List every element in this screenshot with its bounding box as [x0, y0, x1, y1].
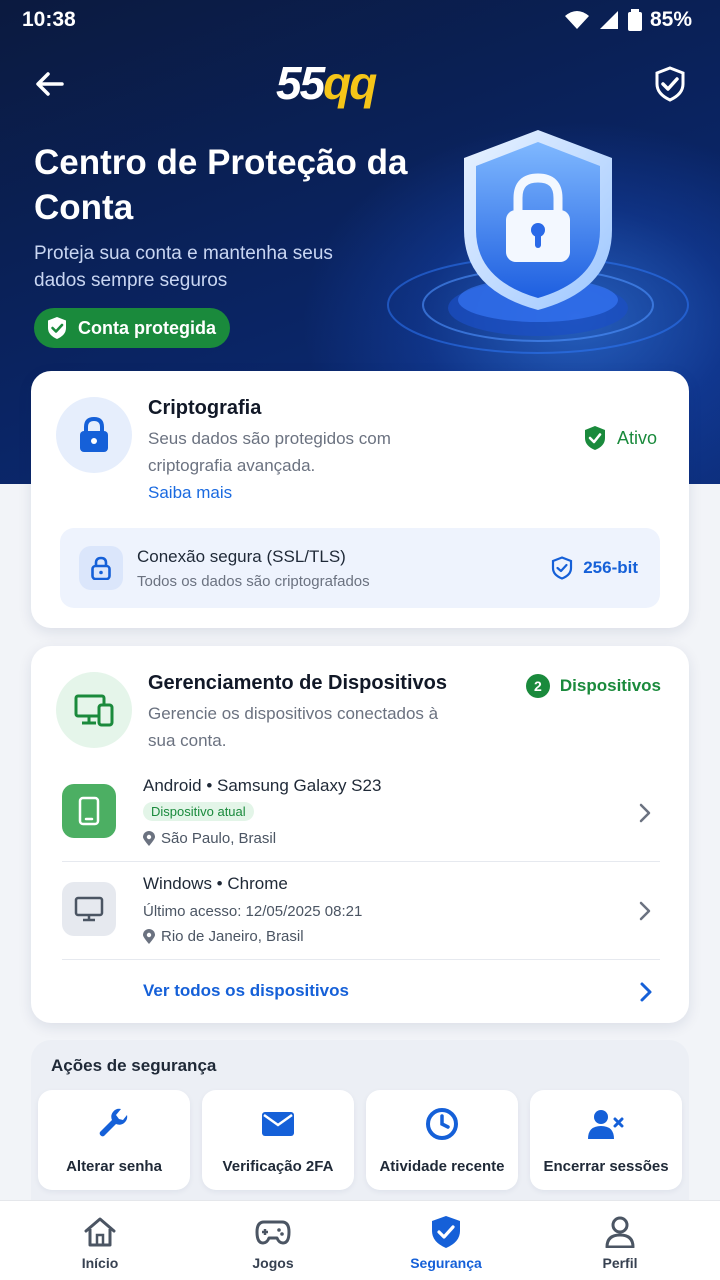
bottom-navigation: Início Jogos Segurança Perfil — [0, 1200, 720, 1280]
monitor-icon — [74, 896, 104, 922]
map-pin-icon — [143, 830, 155, 846]
devices-card: Gerenciamento de Dispositivos Gerencie o… — [31, 646, 689, 1023]
devices-count: 2 Dispositivos — [525, 674, 661, 698]
chevron-right-icon — [639, 803, 651, 823]
home-icon — [80, 1215, 120, 1249]
ssl-subtitle: Todos os dados são criptografados — [137, 573, 370, 590]
shield-lock-illustration — [387, 130, 689, 354]
device-thumb — [62, 882, 116, 936]
devices-icon-badge — [56, 672, 132, 748]
protected-badge: Conta protegida — [34, 308, 230, 348]
learn-more-link[interactable]: Saiba mais — [148, 483, 232, 503]
back-button[interactable] — [30, 64, 70, 104]
crypto-description: Seus dados são protegidos com criptograf… — [148, 429, 391, 475]
nav-label: Início — [81, 1255, 119, 1271]
protected-badge-label: Conta protegida — [78, 317, 216, 338]
shield-check-icon — [426, 1215, 466, 1249]
brand-logo: 55qq — [276, 56, 377, 110]
change-password-button[interactable]: Alterar senha — [38, 1090, 190, 1190]
nav-item-jogos[interactable]: Jogos — [213, 1201, 333, 1280]
device-thumb — [62, 784, 116, 838]
nav-item-perfil[interactable]: Perfil — [560, 1201, 680, 1280]
shield-check-outline-icon — [552, 556, 573, 580]
action-label: Encerrar sessões — [543, 1158, 669, 1175]
signal-icon — [599, 11, 618, 29]
crypto-status-label: Ativo — [616, 427, 657, 448]
devices-description: Gerencie os dispositivos conectados à su… — [148, 704, 439, 750]
device-location-label: Rio de Janeiro, Brasil — [161, 928, 304, 945]
current-device-tag: Dispositivo atual — [143, 802, 254, 821]
page-title: Centro de Proteção da Conta — [34, 143, 408, 227]
status-bar: 10:38 85% — [0, 0, 720, 40]
shield-check-icon — [48, 317, 66, 339]
nav-label: Perfil — [602, 1255, 638, 1271]
status-indicators: 85% — [564, 8, 692, 32]
page-subtitle: Proteja sua conta e mantenha seus dados … — [34, 243, 333, 291]
devices-icon — [74, 694, 114, 727]
nav-item-seguranca[interactable]: Segurança — [386, 1201, 506, 1280]
arrow-left-icon — [36, 72, 64, 96]
device-row[interactable]: Android • Samsung Galaxy S23 Dispositivo… — [62, 764, 660, 862]
envelope-icon — [258, 1106, 298, 1142]
encryption-strength-label: 256-bit — [583, 558, 638, 577]
recent-activity-button[interactable]: Atividade recente — [366, 1090, 518, 1190]
devices-count-number: 2 — [525, 674, 550, 698]
device-location: São Paulo, Brasil — [143, 830, 276, 847]
shield-check-icon — [584, 426, 605, 450]
security-actions-panel: Ações de segurança Alterar senha Verific… — [31, 1040, 689, 1210]
gamepad-icon — [253, 1215, 293, 1249]
cryptography-card: Criptografia Seus dados são protegidos c… — [31, 371, 689, 628]
battery-icon — [627, 9, 642, 31]
device-location-label: São Paulo, Brasil — [161, 830, 277, 847]
map-pin-icon — [143, 928, 155, 944]
ssl-connection-info: Conexão segura (SSL/TLS) Todos os dados … — [60, 528, 660, 608]
smartphone-icon — [78, 796, 100, 826]
chevron-right-icon — [639, 901, 651, 921]
wifi-icon — [564, 11, 589, 29]
action-label: Verificação 2FA — [222, 1158, 334, 1175]
status-time: 10:38 — [22, 8, 76, 31]
nav-item-inicio[interactable]: Início — [40, 1201, 160, 1280]
device-row[interactable]: Windows • Chrome Último acesso: 12/05/20… — [62, 862, 660, 960]
ssl-icon-badge — [79, 546, 123, 590]
crypto-title: Criptografia — [148, 397, 262, 419]
two-factor-button[interactable]: Verificação 2FA — [202, 1090, 354, 1190]
user-icon — [600, 1215, 640, 1249]
devices-count-label: Dispositivos — [559, 676, 661, 695]
logo-part-1: 55 — [276, 57, 325, 109]
encryption-strength: 256-bit — [551, 556, 638, 580]
logo-part-2: qq — [323, 57, 377, 109]
devices-title: Gerenciamento de Dispositivos — [148, 672, 447, 694]
user-remove-icon — [586, 1106, 626, 1142]
shield-check-icon — [655, 66, 685, 102]
ssl-title: Conexão segura (SSL/TLS) — [137, 547, 346, 566]
security-actions-title: Ações de segurança — [51, 1056, 217, 1075]
lock-icon — [80, 417, 108, 452]
wrench-icon — [94, 1106, 134, 1142]
clock-icon — [422, 1106, 462, 1142]
lock-icon — [91, 556, 111, 580]
security-shortcut-button[interactable] — [650, 64, 690, 104]
chevron-right-icon[interactable] — [639, 981, 653, 1003]
action-label: Atividade recente — [379, 1158, 505, 1175]
battery-level: 85% — [649, 8, 692, 31]
end-sessions-button[interactable]: Encerrar sessões — [530, 1090, 682, 1190]
top-app-bar: 55qq — [0, 52, 720, 116]
device-last-access: Último acesso: 12/05/2025 08:21 — [143, 903, 363, 920]
see-all-devices-link[interactable]: Ver todos os dispositivos — [143, 981, 349, 1001]
crypto-status: Ativo — [583, 425, 657, 451]
nav-label: Segurança — [410, 1255, 482, 1271]
crypto-icon-badge — [56, 397, 132, 473]
device-name: Android • Samsung Galaxy S23 — [143, 776, 382, 795]
action-label: Alterar senha — [66, 1158, 162, 1175]
device-name: Windows • Chrome — [143, 874, 288, 893]
device-location: Rio de Janeiro, Brasil — [143, 928, 304, 945]
nav-label: Jogos — [252, 1255, 294, 1271]
